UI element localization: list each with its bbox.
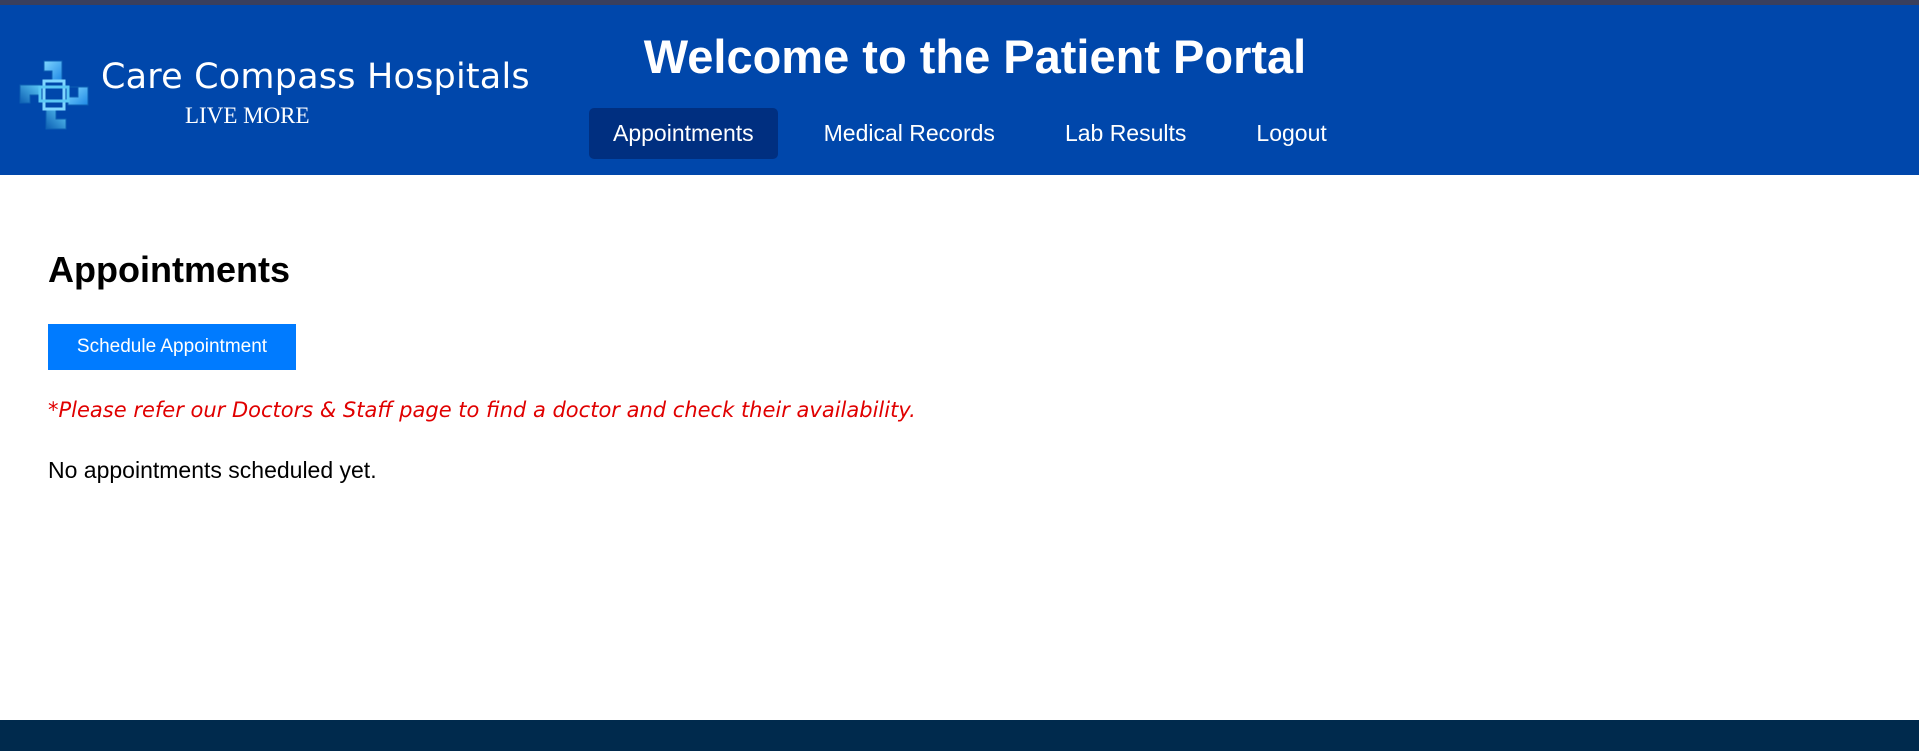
nav-item-lab-results[interactable]: Lab Results xyxy=(1041,108,1210,159)
nav-item-medical-records[interactable]: Medical Records xyxy=(800,108,1019,159)
site-header: Care Compass Hospitals LIVE MORE Welcome… xyxy=(0,5,1919,175)
availability-note: *Please refer our Doctors & Staff page t… xyxy=(48,398,916,422)
nav-item-appointments[interactable]: Appointments xyxy=(589,108,778,159)
empty-appointments-message: No appointments scheduled yet. xyxy=(48,457,377,483)
main-nav: Appointments Medical Records Lab Results… xyxy=(589,108,1373,159)
site-footer xyxy=(0,720,1919,751)
page-title: Welcome to the Patient Portal xyxy=(643,30,1307,83)
nav-item-logout[interactable]: Logout xyxy=(1232,108,1350,159)
schedule-appointment-button[interactable]: Schedule Appointment xyxy=(48,324,296,370)
section-heading: Appointments xyxy=(48,249,290,290)
medical-cross-icon[interactable] xyxy=(16,57,92,133)
brand-tagline: LIVE MORE xyxy=(185,103,310,128)
brand-name: Care Compass Hospitals xyxy=(101,57,530,97)
